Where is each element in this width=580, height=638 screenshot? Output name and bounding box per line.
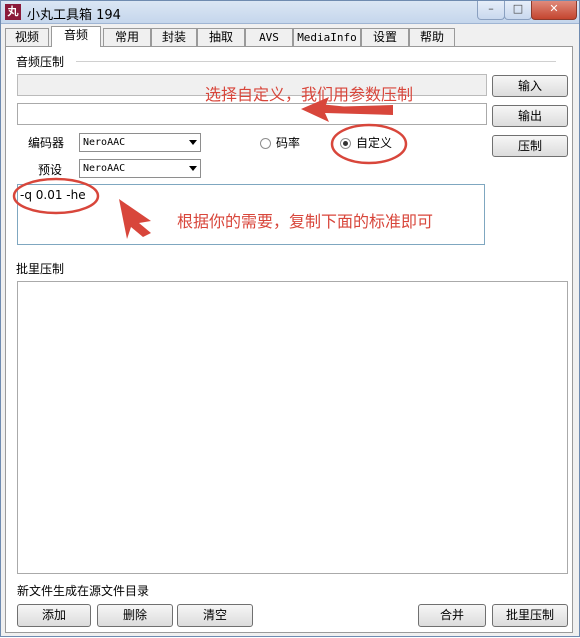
output-file-field[interactable] — [17, 103, 487, 125]
preset-select[interactable]: NeroAAC — [79, 159, 201, 178]
delete-button[interactable]: 删除 — [97, 604, 173, 627]
chevron-down-icon — [189, 140, 197, 145]
custom-hint-annotation: 选择自定义，我们用参数压制 — [205, 85, 414, 104]
encoder-select[interactable]: NeroAAC — [79, 133, 201, 152]
chevron-down-icon — [189, 166, 197, 171]
title-bar[interactable]: 丸 小丸工具箱 194 – □ ✕ — [1, 1, 579, 24]
merge-button[interactable]: 合并 — [418, 604, 486, 627]
batch-file-list[interactable] — [17, 281, 568, 574]
tab-settings[interactable]: 设置 — [361, 28, 409, 46]
tab-video[interactable]: 视频 — [5, 28, 49, 46]
custom-radio[interactable] — [340, 138, 351, 149]
params-value: -q 0.01 -he — [20, 188, 86, 202]
tab-mux[interactable]: 封装 — [151, 28, 197, 46]
app-window: 丸 小丸工具箱 194 – □ ✕ 视频 音频 常用 封装 抽取 AVS Med… — [0, 0, 580, 637]
window-title: 小丸工具箱 194 — [27, 8, 121, 23]
app-icon: 丸 — [5, 4, 21, 20]
preset-label: 预设 — [38, 163, 63, 177]
audio-compress-section-label: 音频压制 — [16, 55, 65, 69]
section-divider — [76, 61, 556, 62]
minimize-button[interactable]: – — [477, 1, 505, 20]
compress-button[interactable]: 压制 — [492, 135, 568, 157]
tab-audio[interactable]: 音频 — [51, 26, 101, 47]
tab-extract[interactable]: 抽取 — [197, 28, 245, 46]
output-button[interactable]: 输出 — [492, 105, 568, 127]
clear-button[interactable]: 清空 — [177, 604, 253, 627]
tab-mediainfo[interactable]: MediaInfo — [293, 28, 361, 46]
batch-compress-button[interactable]: 批里压制 — [492, 604, 568, 627]
encoder-select-value: NeroAAC — [83, 137, 126, 148]
preset-select-value: NeroAAC — [83, 163, 126, 174]
audio-tab-panel: 音频压制 输入 输出 压制 编码器 NeroAAC 预设 NeroAAC 码率 … — [5, 46, 573, 633]
maximize-button[interactable]: □ — [504, 1, 532, 20]
tab-avs[interactable]: AVS — [245, 28, 293, 46]
footer-note: 新文件生成在源文件目录 — [17, 584, 150, 598]
tab-help[interactable]: 帮助 — [409, 28, 455, 46]
encoder-label: 编码器 — [28, 136, 65, 150]
params-hint-annotation: 根据你的需要，复制下面的标准即可 — [177, 212, 434, 231]
tab-common[interactable]: 常用 — [103, 28, 151, 46]
close-button[interactable]: ✕ — [531, 1, 577, 20]
bitrate-label: 码率 — [276, 136, 301, 150]
input-button[interactable]: 输入 — [492, 75, 568, 97]
batch-section-label: 批里压制 — [16, 262, 65, 276]
bitrate-radio[interactable] — [260, 138, 271, 149]
custom-label: 自定义 — [356, 136, 393, 150]
add-button[interactable]: 添加 — [17, 604, 91, 627]
